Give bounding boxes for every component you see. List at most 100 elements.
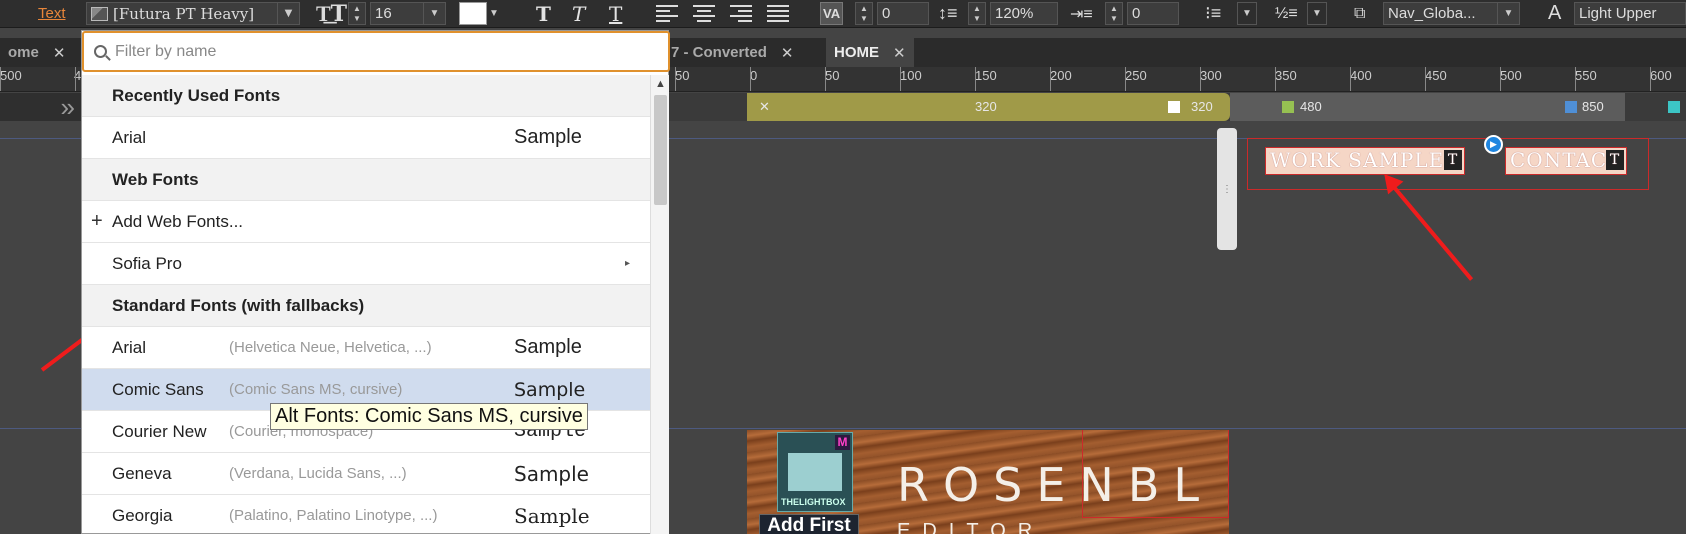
selection-box xyxy=(1082,430,1229,518)
font-item-geneva[interactable]: Geneva (Verdana, Lucida Sans, ...) Sampl… xyxy=(82,453,650,495)
indent-stepper[interactable]: ▲ ▼ xyxy=(1105,2,1123,25)
play-icon[interactable]: ▶ xyxy=(1484,135,1503,154)
italic-icon[interactable]: T xyxy=(572,2,585,26)
double-chevron-right-icon[interactable]: » xyxy=(0,92,81,122)
close-icon[interactable]: ✕ xyxy=(781,44,794,62)
section-header: Standard Fonts (with fallbacks) xyxy=(82,285,650,327)
breakpoint-480[interactable]: 480 xyxy=(1230,93,1345,121)
add-web-fonts-item[interactable]: + Add Web Fonts... xyxy=(82,201,650,243)
underline-icon[interactable]: T xyxy=(609,2,622,26)
paragraph-style-icon: ⧉ xyxy=(1354,4,1366,22)
line-height-icon: ↕≡ xyxy=(938,3,958,23)
breakpoint-handle-icon[interactable] xyxy=(1565,101,1577,113)
font-sample: Sample xyxy=(514,461,589,486)
nav-item-contact[interactable]: CONTACT T xyxy=(1505,147,1627,175)
font-item-arial-recent[interactable]: Arial Sample xyxy=(82,117,650,159)
close-icon[interactable]: ✕ xyxy=(759,99,770,115)
scrollbar-thumb[interactable] xyxy=(654,95,667,205)
text-frame-icon: T xyxy=(1606,150,1624,170)
font-list-scrollbar[interactable]: ▲ xyxy=(650,75,669,534)
chevron-down-icon[interactable]: ▼ xyxy=(1237,2,1257,25)
breakpoint-handle-icon[interactable] xyxy=(1282,101,1294,113)
text-mode-label[interactable]: Text xyxy=(38,5,66,22)
ruler-label: 450 xyxy=(1425,68,1447,83)
filter-input[interactable] xyxy=(115,42,615,61)
tracking-input[interactable]: 0 xyxy=(877,2,929,25)
widget-badge: M xyxy=(835,435,850,450)
font-family-value: [Futura PT Heavy] xyxy=(113,4,255,23)
font-size-input[interactable]: 16 ▼ xyxy=(370,2,446,25)
tab-label: ome xyxy=(8,44,39,61)
breakpoint-850[interactable]: 850 xyxy=(1345,93,1625,121)
breakpoint-label: 850 xyxy=(1582,99,1604,114)
text-color-swatch[interactable] xyxy=(459,2,487,25)
tab-converted[interactable]: 7 - Converted ✕ xyxy=(663,38,801,67)
font-family-select[interactable]: [Futura PT Heavy] ▼ xyxy=(86,2,300,25)
font-fallbacks: (Palatino, Palatino Linotype, ...) xyxy=(229,507,438,524)
font-item-arial[interactable]: Arial (Helvetica Neue, Helvetica, ...) S… xyxy=(82,327,650,369)
align-right-icon[interactable] xyxy=(730,2,752,25)
breakpoint-handle-icon[interactable] xyxy=(1168,101,1180,113)
ruler-label: 550 xyxy=(1575,68,1597,83)
indent-input[interactable]: 0 xyxy=(1127,2,1179,25)
align-center-icon[interactable] xyxy=(693,2,715,25)
font-item-sofia-pro[interactable]: Sofia Pro ▸ xyxy=(82,243,650,285)
breakpoint-handle-label: 320 xyxy=(1191,99,1213,114)
close-icon[interactable]: ✕ xyxy=(53,44,66,62)
paragraph-style-select[interactable]: Nav_Globa... ▼ xyxy=(1383,2,1520,25)
alt-fonts-tooltip: Alt Fonts: Comic Sans MS, cursive xyxy=(270,403,588,430)
bold-icon[interactable]: T xyxy=(536,2,551,26)
chevron-down-icon[interactable]: ▼ xyxy=(489,2,499,25)
hero-banner[interactable]: ROSENBL EDITOR M THELIGHTBOX Add First xyxy=(747,430,1229,534)
font-name: Georgia xyxy=(112,505,173,525)
chevron-right-icon: ▸ xyxy=(624,258,630,269)
font-sample: Sample xyxy=(514,126,582,148)
tab-home[interactable]: HOME ✕ xyxy=(826,38,914,67)
tab-label: 7 - Converted xyxy=(671,44,767,61)
chevron-down-icon[interactable]: ▼ xyxy=(1497,3,1519,24)
paragraph-style-value: Nav_Globa... xyxy=(1388,5,1476,22)
page-resize-handle[interactable]: ⋮ xyxy=(1217,128,1237,250)
align-justify-icon[interactable] xyxy=(767,2,789,25)
breakpoint-label: 480 xyxy=(1300,99,1322,114)
font-name: Courier New xyxy=(112,421,207,441)
align-left-icon[interactable] xyxy=(656,2,678,25)
line-height-stepper[interactable]: ▲ ▼ xyxy=(968,2,986,25)
text-case-icon: A xyxy=(1548,2,1562,24)
nav-item-work-samples[interactable]: WORK SAMPLES T xyxy=(1265,147,1465,175)
chevron-down-icon[interactable]: ▼ xyxy=(423,3,445,24)
breakpoint-handle-icon[interactable] xyxy=(1668,101,1680,113)
filter-field[interactable] xyxy=(82,31,670,72)
breakpoint-320[interactable]: ✕ 320 320 xyxy=(747,93,1230,121)
text-case-select[interactable]: Light Upper xyxy=(1574,2,1686,25)
line-height-input[interactable]: 120% xyxy=(990,2,1058,25)
ruler-label: 300 xyxy=(1200,68,1222,83)
font-sample: Sample xyxy=(514,336,582,358)
lightbox-widget[interactable]: M THELIGHTBOX xyxy=(777,432,853,512)
tracking-stepper[interactable]: ▲ ▼ xyxy=(855,2,873,25)
section-header: Web Fonts xyxy=(82,159,650,201)
section-header-label: Standard Fonts (with fallbacks) xyxy=(112,295,365,315)
add-first-button[interactable]: Add First xyxy=(759,514,859,534)
font-size-stepper[interactable]: ▲ ▼ xyxy=(348,2,366,25)
font-sample: Sample xyxy=(514,378,586,401)
ruler-label: 600 xyxy=(1650,68,1672,83)
font-name: Arial xyxy=(112,127,147,147)
font-list: Recently Used Fonts Arial Sample Web Fon… xyxy=(82,75,650,534)
ruler-label: 50 xyxy=(825,68,840,83)
font-sample: Sample xyxy=(514,503,590,528)
lightbox-preview xyxy=(788,453,842,491)
scroll-up-icon[interactable]: ▲ xyxy=(651,75,670,94)
chevron-down-icon[interactable]: ▼ xyxy=(1307,2,1327,25)
font-item-georgia[interactable]: Georgia (Palatino, Palatino Linotype, ..… xyxy=(82,495,650,534)
tab-home-partial[interactable]: ome ✕ xyxy=(0,38,73,67)
breakpoint-width-label: 320 xyxy=(975,99,997,114)
numbered-list-icon[interactable]: ½≡ xyxy=(1275,2,1298,25)
font-fallbacks: (Comic Sans MS, cursive) xyxy=(229,381,403,398)
close-icon[interactable]: ✕ xyxy=(893,44,906,62)
section-header-label: Web Fonts xyxy=(112,169,199,189)
indent-icon: ⇥≡ xyxy=(1070,5,1093,23)
bullet-list-icon[interactable]: ⁝≡ xyxy=(1205,2,1221,25)
tab-label: HOME xyxy=(834,44,879,61)
chevron-down-icon[interactable]: ▼ xyxy=(277,3,299,24)
